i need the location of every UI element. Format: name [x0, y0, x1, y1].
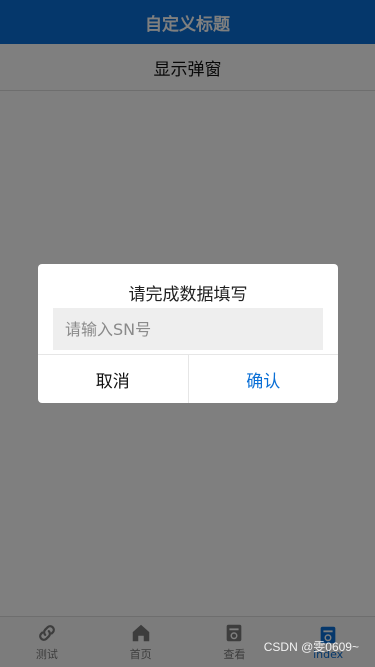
sn-input[interactable] — [53, 308, 323, 350]
dialog-actions: 取消 确认 — [38, 354, 338, 403]
confirm-button[interactable]: 确认 — [187, 355, 339, 403]
dialog-title: 请完成数据填写 — [128, 285, 248, 305]
input-dialog: 请完成数据填写 取消 确认 — [38, 264, 338, 403]
watermark: CSDN @雯0609~ — [263, 640, 359, 654]
cancel-button[interactable]: 取消 — [38, 355, 188, 403]
